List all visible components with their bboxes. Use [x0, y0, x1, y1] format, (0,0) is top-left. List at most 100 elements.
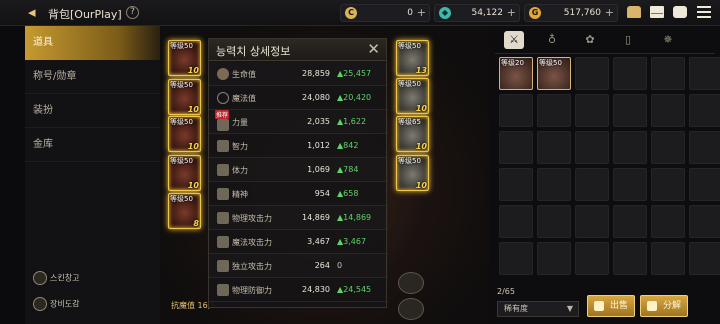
inventory-slot-empty[interactable] — [689, 57, 720, 90]
inventory-slot-empty[interactable] — [499, 94, 533, 127]
anvil-icon[interactable] — [398, 298, 424, 320]
inventory-slot-empty[interactable] — [537, 205, 571, 238]
spirit-icon — [217, 188, 229, 200]
inventory-item[interactable]: 等级50 — [537, 57, 571, 90]
inventory-slot-empty[interactable] — [575, 205, 609, 238]
intelligence-icon — [217, 140, 229, 152]
inventory-slot-empty[interactable] — [499, 131, 533, 164]
inventory-slot-empty[interactable] — [613, 131, 647, 164]
sell-button[interactable]: 出售 — [587, 295, 635, 317]
menu-icon[interactable] — [697, 6, 711, 18]
panel-header: 능력치 상세정보 ✕ — [209, 39, 386, 61]
inventory-slot-empty[interactable] — [689, 94, 720, 127]
inventory-slot-empty[interactable] — [575, 57, 609, 90]
inventory-slot-empty[interactable] — [651, 131, 685, 164]
inventory-slot-empty[interactable] — [613, 242, 647, 275]
stat-delta: ▲784 — [337, 165, 359, 174]
inventory-slot-empty[interactable] — [651, 168, 685, 201]
equipment-codex-button[interactable]: 장비도감 — [33, 297, 79, 311]
stat-name: 独立攻击力 — [232, 262, 272, 271]
gem-value: 54,122 — [471, 8, 504, 18]
inventory-slot-empty[interactable] — [537, 242, 571, 275]
inventory-slot-empty[interactable] — [689, 205, 720, 238]
equip-slot-right-3[interactable]: 等级65 10 — [396, 116, 429, 152]
add-coin-button[interactable]: + — [417, 6, 426, 19]
equip-slot-left-3[interactable]: 等级50 10 — [168, 116, 201, 152]
stat-row: 推荐 力量 2,035 ▲1,622 — [209, 110, 388, 134]
inventory-slot-empty[interactable] — [613, 94, 647, 127]
gold-icon: G — [529, 7, 541, 19]
currency-gem: ◆ 54,122 + — [434, 4, 520, 22]
currency-coin: C 0 + — [340, 4, 430, 22]
strength-icon — [217, 119, 229, 131]
slot-grade: 10 — [187, 66, 199, 75]
sidebar-item-items[interactable]: 道具 — [25, 26, 160, 60]
equip-slot-left-2[interactable]: 等级50 10 — [168, 79, 201, 115]
equip-slot-right-1[interactable]: 等级50 13 — [396, 40, 429, 76]
divider — [495, 53, 715, 54]
inventory-slot-empty[interactable] — [537, 94, 571, 127]
inventory-slot-empty[interactable] — [651, 205, 685, 238]
physical-defense-icon — [217, 284, 229, 296]
inventory-slot-empty[interactable] — [651, 94, 685, 127]
stat-row: 智力 1,012 ▲842 — [209, 134, 388, 158]
inventory-slot-empty[interactable] — [689, 131, 720, 164]
inventory-slot-empty[interactable] — [575, 94, 609, 127]
mail-icon[interactable] — [650, 6, 664, 18]
top-bar: ◂ 背包[OurPlay] ? C 0 + ◆ 54,122 + G 517,7… — [0, 0, 720, 26]
add-gem-button[interactable]: + — [507, 6, 516, 19]
inventory-slot-empty[interactable] — [689, 168, 720, 201]
stat-name: 魔法攻击力 — [232, 238, 272, 247]
equip-slot-right-4[interactable]: 等级50 10 — [396, 155, 429, 191]
inventory-slot-empty[interactable] — [537, 168, 571, 201]
back-arrow-icon[interactable]: ◂ — [28, 4, 36, 20]
inventory-slot-empty[interactable] — [575, 131, 609, 164]
equip-slot-right-2[interactable]: 等级50 10 — [396, 78, 429, 114]
tab-materials[interactable]: ✿ — [580, 31, 600, 49]
slot-level: 等级50 — [398, 42, 421, 50]
gem-icon: ◆ — [439, 7, 451, 19]
inventory-slot-empty[interactable] — [537, 131, 571, 164]
inventory-item[interactable]: 等级20 — [499, 57, 533, 90]
tab-consumables[interactable]: ♁ — [542, 31, 562, 49]
inventory-slot-empty[interactable] — [499, 205, 533, 238]
treasure-chest-icon[interactable] — [627, 6, 641, 18]
stat-value: 3,467 — [307, 237, 330, 246]
equip-slot-left-4[interactable]: 等级50 10 — [168, 155, 201, 191]
sort-select[interactable]: 稀有度 ▼ — [497, 301, 579, 317]
inventory-slot-empty[interactable] — [575, 168, 609, 201]
stat-delta: ▲24,545 — [337, 285, 372, 294]
inventory-slot-empty[interactable] — [613, 205, 647, 238]
inventory-slot-empty[interactable] — [651, 242, 685, 275]
inventory-slot-empty[interactable] — [499, 242, 533, 275]
skin-storage-button[interactable]: 스킨창고 — [33, 271, 79, 285]
inventory-slot-empty[interactable] — [613, 168, 647, 201]
help-button[interactable]: ? — [126, 6, 139, 19]
physical-attack-icon — [217, 212, 229, 224]
chat-icon[interactable] — [673, 6, 687, 18]
tab-settings[interactable]: ✵ — [658, 31, 678, 49]
inventory-slot-empty[interactable] — [575, 242, 609, 275]
sidebar-item-titles[interactable]: 称号/勋章 — [25, 60, 160, 94]
anvil-icon[interactable] — [398, 272, 424, 294]
coin-icon: C — [345, 7, 357, 19]
add-gold-button[interactable]: + — [605, 6, 614, 19]
equip-slot-left-5[interactable]: 等级50 8 — [168, 193, 201, 229]
currency-gold: G 517,760 + — [524, 4, 618, 22]
inventory-slot-empty[interactable] — [651, 57, 685, 90]
inventory-slot-empty[interactable] — [689, 242, 720, 275]
slot-level: 等级50 — [170, 42, 193, 50]
tab-cards[interactable]: ▯ — [618, 31, 638, 49]
sidebar-item-costume[interactable]: 装扮 — [25, 94, 160, 128]
stat-delta: ▲842 — [337, 141, 359, 150]
equip-slot-left-1[interactable]: 等级50 10 — [168, 40, 201, 76]
inventory-slot-empty[interactable] — [613, 57, 647, 90]
close-icon[interactable]: ✕ — [367, 41, 380, 57]
sidebar-item-vault[interactable]: 金库 — [25, 128, 160, 162]
equipment-codex-icon — [33, 297, 47, 311]
inventory-slot-empty[interactable] — [499, 168, 533, 201]
disassemble-button[interactable]: 分解 — [640, 295, 688, 317]
disassemble-icon — [647, 301, 657, 311]
tab-equipment[interactable]: ⚔ — [504, 31, 524, 49]
slot-level: 等级50 — [398, 80, 421, 88]
